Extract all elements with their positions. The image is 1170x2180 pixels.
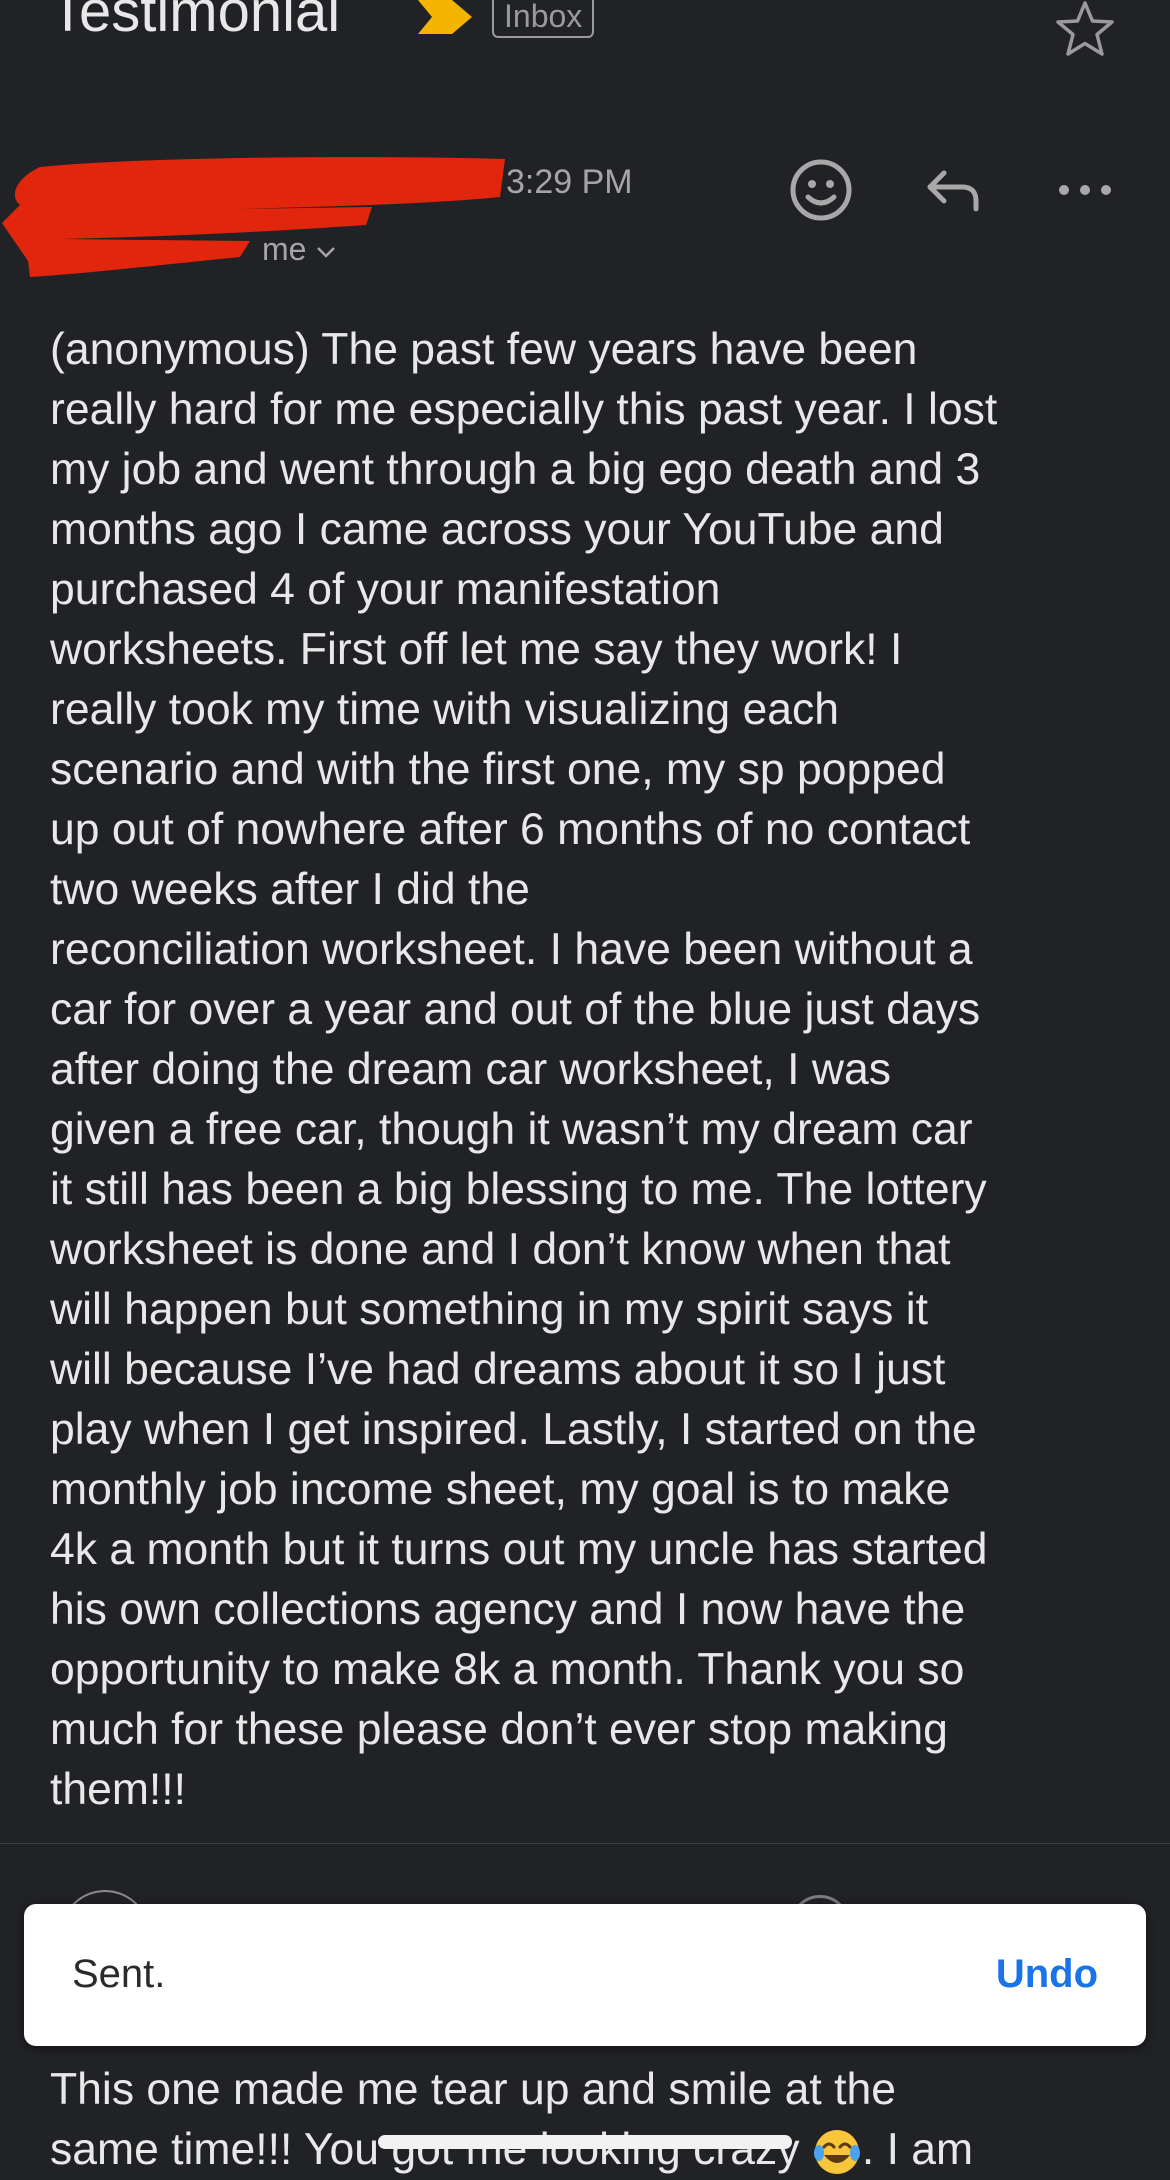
star-icon[interactable]	[1054, 0, 1116, 58]
message-body: (anonymous) The past few years have been…	[50, 325, 998, 1814]
next-message-line: same time!!! You got me looking crazy . …	[50, 2120, 1130, 2180]
recipient-name: me	[262, 231, 307, 267]
chevron-down-icon	[317, 246, 336, 258]
home-indicator[interactable]	[378, 2135, 792, 2149]
next-message-body: This one made me tear up and smile at th…	[50, 2060, 1130, 2180]
next-message-line: This one made me tear up and smile at th…	[50, 2065, 896, 2114]
more-options-icon[interactable]	[1050, 155, 1120, 225]
next-message-text: same time!!! You got me looking crazy	[50, 2125, 800, 2174]
sender-row: 3:29 PM me	[0, 145, 1170, 277]
laughing-crying-emoji-icon	[813, 2130, 860, 2175]
message-divider	[0, 1843, 1170, 1844]
inbox-label[interactable]: Inbox	[492, 0, 595, 38]
important-marker-icon[interactable]	[418, 0, 472, 34]
undo-button[interactable]: Undo	[996, 1952, 1098, 1997]
emoji-reaction-icon[interactable]	[786, 155, 856, 225]
recipient-details-toggle[interactable]: me	[262, 231, 336, 268]
reply-icon[interactable]	[918, 155, 988, 225]
email-subject: Testimonial	[50, 0, 341, 44]
email-header: Testimonial Inbox	[50, 0, 1130, 60]
message-time: 3:29 PM	[506, 163, 633, 201]
snackbar-message: Sent.	[72, 1952, 166, 1996]
snackbar: Sent. Undo	[24, 1904, 1146, 2046]
redaction-mark	[2, 157, 505, 277]
next-message-text: . I am	[861, 2125, 974, 2174]
